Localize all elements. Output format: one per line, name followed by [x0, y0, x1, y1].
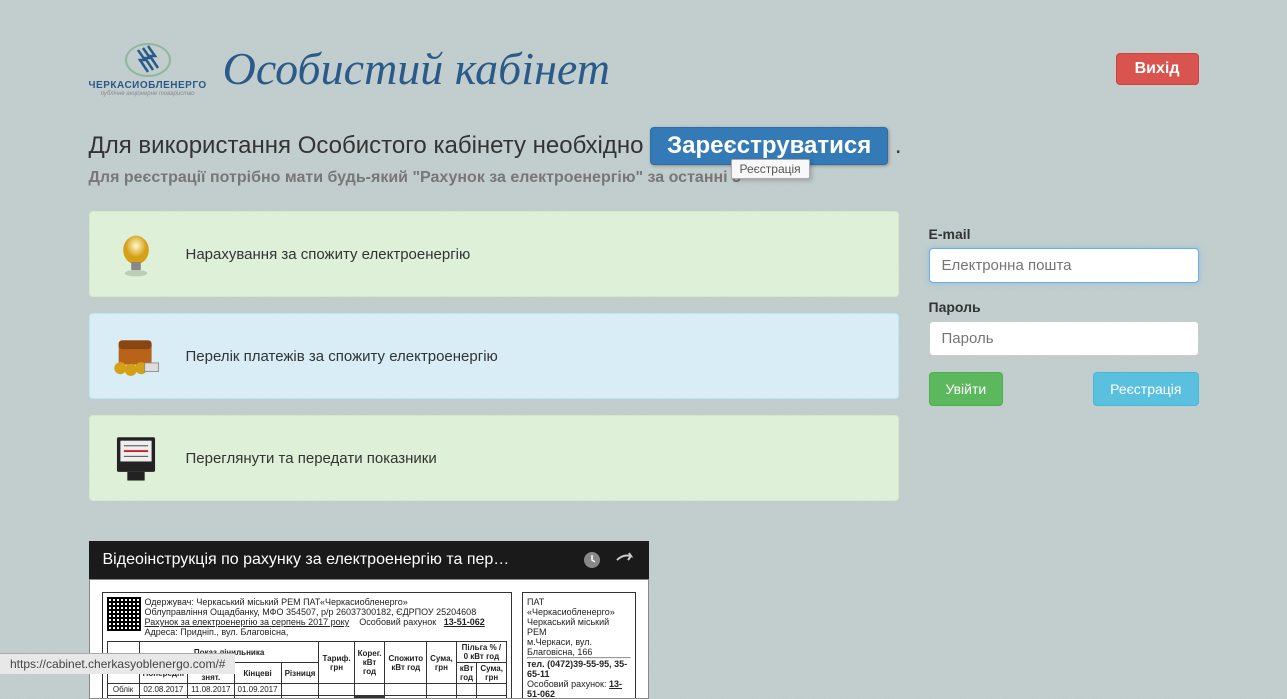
- bulb-icon: [106, 224, 166, 284]
- header-left: ЧЕРКАСИОБЛЕНЕРГО публічне акціонерне тов…: [89, 40, 610, 97]
- email-field[interactable]: [929, 248, 1199, 283]
- panel-payments-text: Перелік платежів за спожиту електроенерг…: [186, 348, 498, 365]
- table-row: Заг. 42722 42826 42926 204 0,9: [107, 696, 506, 699]
- inv-rem: Черкаський міський РЕМ: [527, 617, 631, 637]
- exit-button[interactable]: Вихід: [1116, 53, 1199, 85]
- inv-address: Адреса: Придніп., вул. Благовісна,: [107, 627, 507, 637]
- status-bar: https://cabinet.cherkasyoblenergo.com/#: [0, 653, 235, 674]
- invoice-right: ПАТ «Черкасиобленерго» Черкаський міськи…: [522, 592, 636, 699]
- invoice-left: Одержувач: Черкаський міський РЕМ ПАТ«Че…: [102, 592, 512, 699]
- email-label: E-mail: [929, 226, 1199, 242]
- inv-acc-label: Особовий рахунок: [359, 617, 436, 627]
- video-controls: [583, 551, 635, 569]
- intro-after: .: [895, 132, 902, 159]
- video-title: Відеоінструкція по рахунку за електроене…: [103, 551, 510, 569]
- header: ЧЕРКАСИОБЛЕНЕРГО публічне акціонерне тов…: [89, 40, 1199, 97]
- invoice-preview: Одержувач: Черкаський міський РЕМ ПАТ«Че…: [102, 592, 636, 699]
- inv-acc2l: Особовий рахунок:: [527, 679, 607, 689]
- login-form: E-mail Пароль Увійти Реєстрація: [929, 211, 1199, 699]
- login-button[interactable]: Увійти: [929, 372, 1004, 406]
- inv-phone: тел. (0472)39-55-95, 35-65-11: [527, 659, 627, 679]
- inv-recipient: Одержувач: Черкаський міський РЕМ ПАТ«Че…: [107, 597, 507, 607]
- intro-line: Для використання Особистого кабінету нео…: [89, 127, 1199, 165]
- logo[interactable]: ЧЕРКАСИОБЛЕНЕРГО публічне акціонерне тов…: [89, 40, 207, 97]
- inv-acc-num: 13-51-062: [444, 617, 485, 627]
- register-button[interactable]: Реєстрація: [1093, 372, 1198, 406]
- main-area: Нарахування за спожиту електроенергію Пе…: [89, 211, 1199, 699]
- password-label: Пароль: [929, 299, 1199, 315]
- panel-payments[interactable]: Перелік платежів за спожиту електроенерг…: [89, 313, 899, 399]
- inv-bill: Рахунок за електроенергію за серпень 201…: [145, 617, 350, 627]
- inv-city: м.Черкаси, вул. Благовісна, 166: [527, 637, 631, 657]
- qr-code: [107, 597, 141, 631]
- video-section: Відеоінструкція по рахунку за електроене…: [89, 541, 649, 699]
- page-title: Особистий кабінет: [223, 42, 610, 95]
- intro-before: Для використання Особистого кабінету нео…: [89, 132, 651, 159]
- intro-sub: Для реєстрації потрібно мати будь-який "…: [89, 169, 1199, 187]
- panel-readings[interactable]: Переглянути та передати показники: [89, 415, 899, 501]
- password-field[interactable]: [929, 321, 1199, 356]
- meter-icon: [106, 428, 166, 488]
- inv-bank: Облуправління Ощадбанку, МФО 354507, р/р…: [107, 607, 507, 617]
- table-row: Облік 02.08.2017 11.08.2017 01.09.2017: [107, 684, 506, 696]
- panel-charges[interactable]: Нарахування за спожиту електроенергію: [89, 211, 899, 297]
- panel-readings-text: Переглянути та передати показники: [186, 450, 437, 467]
- panels: Нарахування за спожиту електроенергію Пе…: [89, 211, 899, 699]
- video-body[interactable]: Одержувач: Черкаський міський РЕМ ПАТ«Че…: [89, 579, 649, 699]
- logo-text-sub: публічне акціонерне товариство: [101, 91, 195, 97]
- logo-text-main: ЧЕРКАСИОБЛЕНЕРГО: [89, 80, 207, 91]
- video-header[interactable]: Відеоінструкція по рахунку за електроене…: [89, 541, 649, 579]
- tooltip: Реєстрація: [731, 159, 810, 179]
- wallet-icon: [106, 326, 166, 386]
- watch-later-icon[interactable]: [583, 551, 601, 569]
- logo-icon: [123, 40, 173, 80]
- share-icon[interactable]: [615, 551, 635, 569]
- panel-charges-text: Нарахування за спожиту електроенергію: [186, 246, 471, 263]
- inv-company: ПАТ «Черкасиобленерго»: [527, 597, 631, 617]
